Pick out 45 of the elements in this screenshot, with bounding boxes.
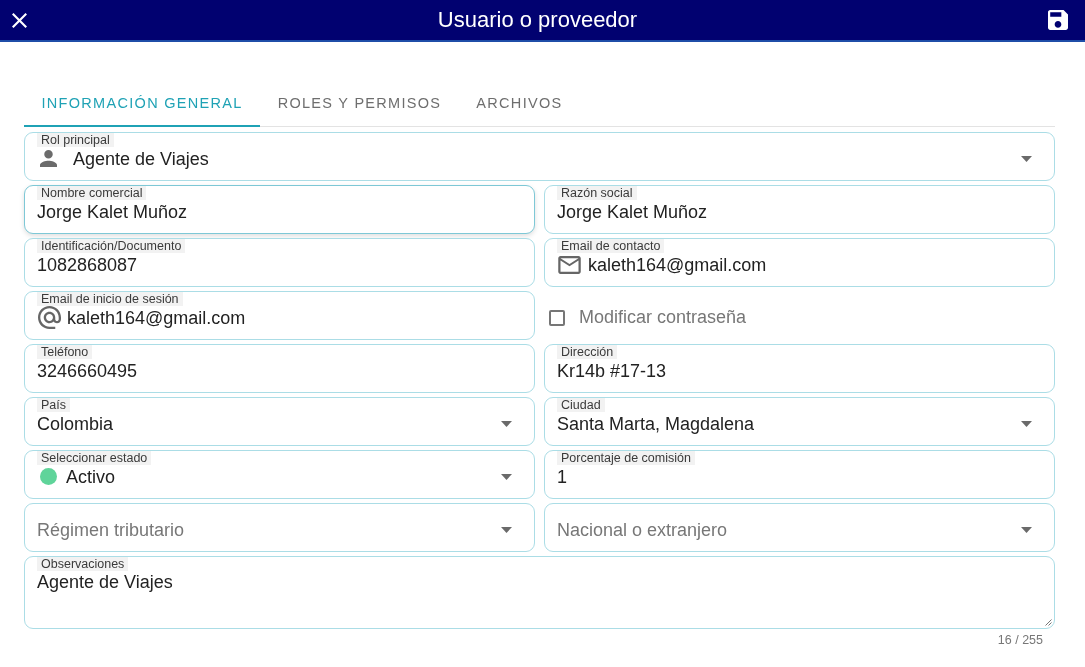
field-label: País <box>37 398 70 412</box>
caret-down-icon <box>501 420 512 427</box>
field-label: Razón social <box>557 186 637 200</box>
field-label: Nombre comercial <box>37 186 147 200</box>
text-field[interactable]: Teléfono 3246660495 <box>24 344 535 393</box>
select-field[interactable]: Rol principal Agente de Viajes <box>24 132 1055 181</box>
text-field[interactable]: Identificación/Documento 1082868087 <box>24 238 535 287</box>
field-label: Observaciones <box>37 557 129 571</box>
text-field[interactable]: Nombre comercial Jorge Kalet Muñoz <box>24 185 535 234</box>
tab[interactable]: ARCHIVOS <box>458 80 580 127</box>
envelope-icon <box>558 255 581 274</box>
text-field[interactable]: Email de inicio de sesión kaleth164@gmail.com <box>24 291 535 340</box>
select-field[interactable]: Seleccionar estado Activo <box>24 450 535 499</box>
caret-down-icon <box>501 526 512 533</box>
at-sign-icon <box>38 306 61 329</box>
select-field[interactable]: Ciudad Santa Marta, Magdalena <box>544 397 1055 446</box>
text-field[interactable]: Dirección Kr14b #17-13 <box>544 344 1055 393</box>
checkbox-label: Modificar contraseña <box>579 307 747 328</box>
field-label: Ciudad <box>557 398 605 412</box>
close-icon[interactable] <box>12 12 27 28</box>
text-field[interactable]: Razón social Jorge Kalet Muñoz <box>544 185 1055 234</box>
field-label: Identificación/Documento <box>37 239 186 253</box>
person-icon <box>40 150 57 167</box>
window-title: Usuario o proveedor <box>436 7 639 33</box>
tab[interactable]: ROLES Y PERMISOS <box>260 80 459 127</box>
character-counter: 16 / 255 <box>997 633 1043 648</box>
field-label: Dirección <box>557 345 618 359</box>
field-label: Email de inicio de sesión <box>37 292 183 306</box>
checkbox[interactable] <box>549 309 565 326</box>
resize-handle-icon[interactable] <box>1045 619 1052 626</box>
caret-down-icon <box>1021 420 1032 427</box>
caret-down-icon <box>501 473 512 480</box>
field-label: Rol principal <box>37 133 114 147</box>
select-field[interactable]: Nacional o extranjero <box>544 503 1055 552</box>
caret-down-icon <box>1021 155 1032 162</box>
caret-down-icon <box>1021 526 1032 533</box>
field-label: Email de contacto <box>557 239 665 253</box>
text-field[interactable]: Porcentaje de comisión 1 <box>544 450 1055 499</box>
select-field[interactable]: País Colombia <box>24 397 535 446</box>
textarea-field[interactable]: Observaciones Agente de Viajes <box>24 556 1055 629</box>
text-field[interactable]: Email de contacto kaleth164@gmail.com <box>544 238 1055 287</box>
field-label: Teléfono <box>37 345 93 359</box>
select-field[interactable]: Régimen tributario <box>24 503 535 552</box>
field-label: Porcentaje de comisión <box>557 451 695 465</box>
field-label: Seleccionar estado <box>37 451 152 465</box>
